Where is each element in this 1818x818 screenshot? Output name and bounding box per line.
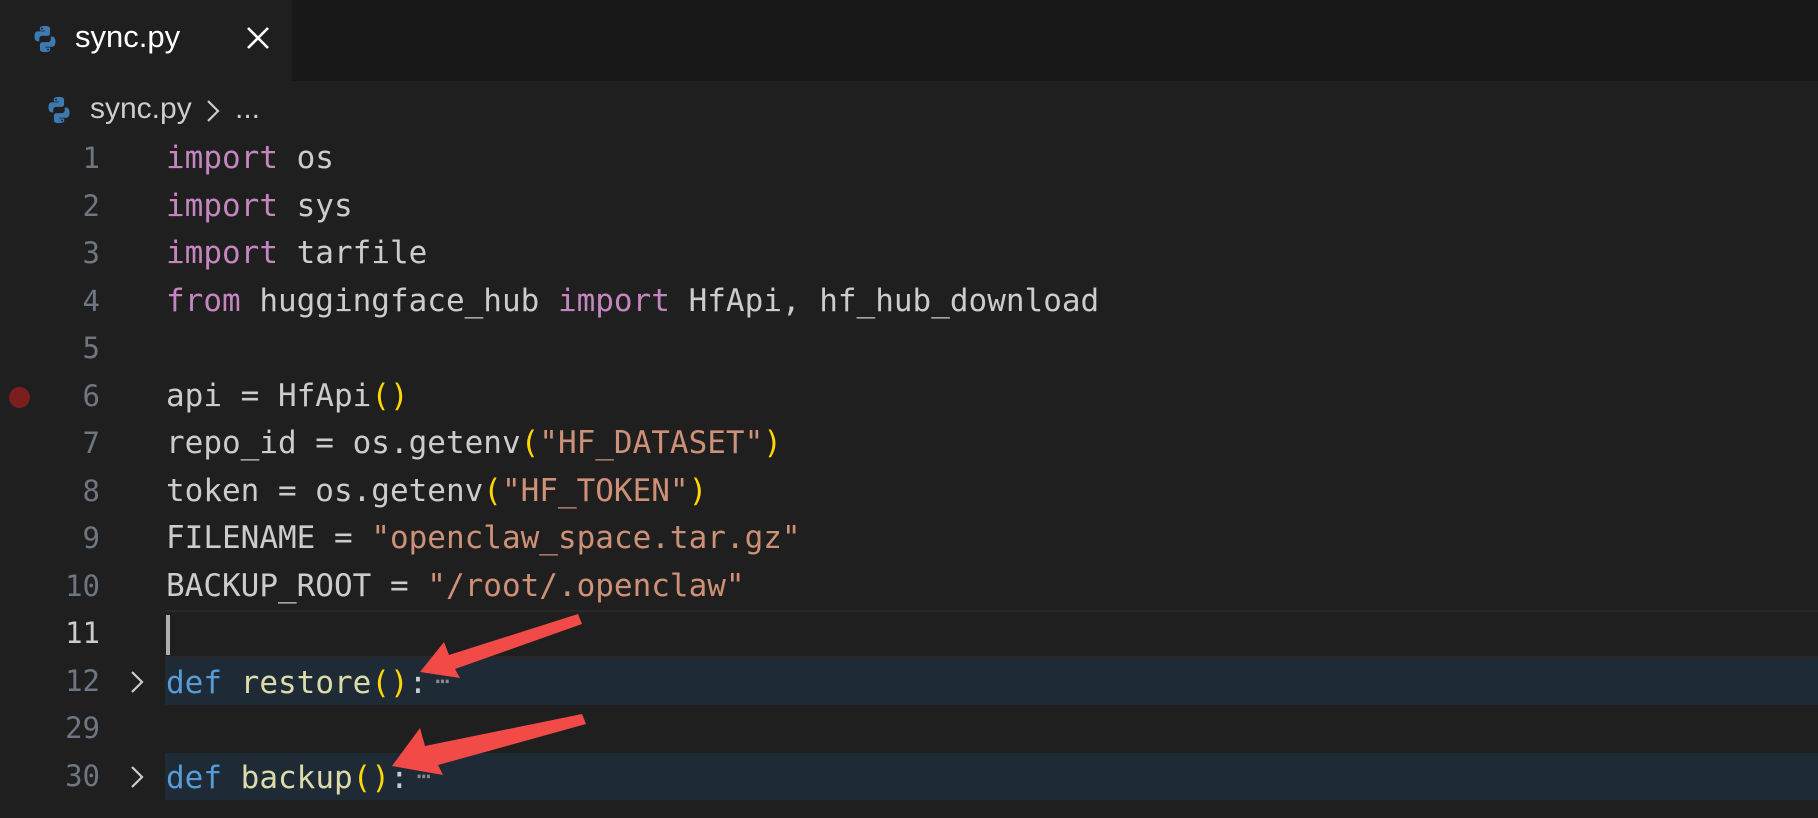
tab-bar: sync.py bbox=[0, 0, 1818, 81]
python-icon bbox=[48, 96, 70, 124]
line-number: 11 bbox=[65, 616, 100, 650]
code-line: 1 import os bbox=[0, 135, 1818, 183]
code-text: repo_id = os.getenv("HF_DATASET") bbox=[166, 425, 782, 461]
code-line: 4 from huggingface_hub import HfApi, hf_… bbox=[0, 278, 1818, 326]
current-line: 11 bbox=[0, 610, 1818, 658]
text-cursor bbox=[166, 615, 170, 655]
python-icon bbox=[34, 25, 56, 53]
code-line: 6 api = HfApi() bbox=[0, 373, 1818, 421]
code-text: import sys bbox=[166, 187, 353, 224]
breadcrumb-file[interactable]: sync.py bbox=[90, 92, 192, 126]
code-line-folded: 30 def backup(): ⋯ bbox=[0, 752, 1818, 800]
line-number: 10 bbox=[65, 568, 100, 603]
line-number: 4 bbox=[82, 283, 100, 318]
line-number: 12 bbox=[65, 663, 100, 698]
line-number: 5 bbox=[82, 331, 100, 365]
line-number: 9 bbox=[82, 521, 100, 555]
line-number: 2 bbox=[82, 188, 100, 223]
line-number: 29 bbox=[65, 711, 100, 745]
code-text: api = HfApi() bbox=[166, 377, 409, 414]
chevron-right-icon[interactable] bbox=[127, 669, 147, 695]
code-line: 9 FILENAME = "openclaw_space.tar.gz" bbox=[0, 515, 1818, 563]
breadcrumb-symbols[interactable]: ... bbox=[235, 92, 260, 126]
code-line: 8 token = os.getenv("HF_TOKEN") bbox=[0, 468, 1818, 516]
code-text: def backup(): ⋯ bbox=[166, 759, 432, 796]
code-text: import tarfile bbox=[166, 235, 428, 271]
code-text: FILENAME = "openclaw_space.tar.gz" bbox=[166, 520, 801, 556]
folded-ellipsis[interactable]: ⋯ bbox=[435, 667, 449, 695]
code-editor[interactable]: 1 import os 2 import sys 3 import tarfil… bbox=[0, 135, 1818, 818]
code-text: from huggingface_hub import HfApi, hf_hu… bbox=[166, 282, 1100, 319]
code-text: import os bbox=[166, 140, 334, 176]
code-line: 2 import sys bbox=[0, 183, 1818, 231]
chevron-right-icon bbox=[207, 100, 220, 122]
code-text: token = os.getenv("HF_TOKEN") bbox=[166, 472, 708, 509]
close-icon[interactable] bbox=[242, 22, 274, 54]
code-text: BACKUP_ROOT = "/root/.openclaw" bbox=[166, 567, 745, 604]
chevron-right-icon[interactable] bbox=[127, 764, 147, 790]
breadcrumb: sync.py ... bbox=[0, 81, 1818, 141]
line-number: 3 bbox=[82, 236, 100, 270]
breakpoint-icon[interactable] bbox=[9, 386, 30, 408]
code-line: 3 import tarfile bbox=[0, 230, 1818, 278]
code-text: def restore(): ⋯ bbox=[166, 664, 450, 701]
line-number: 7 bbox=[82, 426, 100, 460]
code-line: 5 bbox=[0, 325, 1818, 373]
code-line: 7 repo_id = os.getenv("HF_DATASET") bbox=[0, 420, 1818, 468]
line-number: 8 bbox=[82, 473, 100, 508]
code-line: 10 BACKUP_ROOT = "/root/.openclaw" bbox=[0, 563, 1818, 611]
line-number: 1 bbox=[82, 141, 100, 175]
code-line-folded: 12 def restore(): ⋯ bbox=[0, 657, 1818, 705]
tab-sync-py[interactable]: sync.py bbox=[0, 0, 292, 81]
line-number: 6 bbox=[82, 378, 100, 413]
line-number: 30 bbox=[65, 758, 100, 793]
folded-ellipsis[interactable]: ⋯ bbox=[417, 762, 431, 790]
code-line: 29 bbox=[0, 705, 1818, 753]
tab-title: sync.py bbox=[75, 19, 181, 54]
